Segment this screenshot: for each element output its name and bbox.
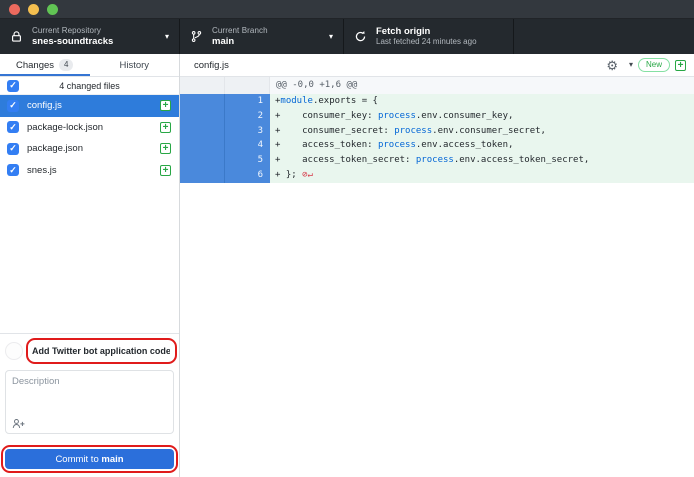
commit-description-input[interactable]: [6, 371, 173, 417]
file-row-config-js[interactable]: ✓ config.js +: [0, 95, 179, 117]
branch-name: main: [212, 36, 323, 47]
tab-changes-label: Changes: [16, 60, 54, 71]
minimize-window-button[interactable]: [28, 4, 39, 15]
fetch-title: Fetch origin: [376, 26, 503, 37]
diff-line[interactable]: 4 + access_token: process.env.access_tok…: [180, 138, 694, 153]
diff-line-gutter[interactable]: 4: [180, 138, 270, 153]
diff-line[interactable]: 6 + }; ⊘↵: [180, 168, 694, 183]
commit-summary-input[interactable]: [28, 342, 174, 360]
check-icon: ✓: [9, 166, 17, 175]
no-newline-icon: ⊘↵: [297, 170, 313, 180]
diff-line-gutter[interactable]: 3: [180, 124, 270, 139]
file-checkbox[interactable]: ✓: [7, 143, 19, 155]
diff-line-gutter[interactable]: 2: [180, 109, 270, 124]
file-row-package-json[interactable]: ✓ package.json +: [0, 138, 179, 160]
file-name: config.js: [27, 100, 152, 111]
fetch-origin-button[interactable]: Fetch origin Last fetched 24 minutes ago: [344, 19, 514, 54]
git-branch-icon: [190, 30, 203, 43]
line-number: 2: [225, 109, 270, 124]
file-checkbox[interactable]: ✓: [7, 164, 19, 176]
file-added-icon: +: [160, 143, 171, 154]
diff-line-gutter[interactable]: 1: [180, 94, 270, 109]
line-number: 5: [225, 153, 270, 168]
diff-header: config.js ⚙ ▾ New +: [180, 54, 694, 77]
commit-button-branch: main: [101, 454, 123, 465]
tab-history-label: History: [119, 60, 149, 71]
diff-line-gutter[interactable]: 6: [180, 168, 270, 183]
branch-label: Current Branch: [212, 26, 323, 36]
close-window-button[interactable]: [9, 4, 20, 15]
check-icon: ✓: [9, 123, 17, 132]
diff-options-gear-icon[interactable]: ⚙: [606, 59, 618, 72]
diff-line[interactable]: 2 + consumer_key: process.env.consumer_k…: [180, 109, 694, 124]
file-added-icon: +: [160, 100, 171, 111]
sidebar: Changes 4 History ✓ 4 changed files ✓ co…: [0, 54, 180, 477]
chevron-down-icon[interactable]: ▾: [629, 61, 633, 69]
tab-history[interactable]: History: [90, 54, 180, 76]
diff-line-code: +module.exports = {: [270, 94, 694, 109]
diff-line[interactable]: 1 +module.exports = {: [180, 94, 694, 109]
diff-line-code: + access_token_secret: process.env.acces…: [270, 153, 694, 168]
file-checkbox[interactable]: ✓: [7, 121, 19, 133]
hunk-header-row[interactable]: @@ -0,0 +1,6 @@: [180, 77, 694, 94]
commit-button-prefix: Commit to: [55, 454, 101, 465]
changed-files-count: 4 changed files: [0, 81, 179, 91]
file-row-snes-js[interactable]: ✓ snes.js +: [0, 160, 179, 182]
sidebar-tabs: Changes 4 History: [0, 54, 179, 77]
file-added-icon: +: [160, 122, 171, 133]
chevron-down-icon: ▾: [329, 33, 333, 41]
file-name: snes.js: [27, 165, 152, 176]
tab-changes[interactable]: Changes 4: [0, 54, 90, 76]
fetch-subtitle: Last fetched 24 minutes ago: [376, 37, 503, 47]
line-number: 6: [225, 168, 270, 183]
github-desktop-window: Current Repository snes-soundtracks ▾ Cu…: [0, 0, 694, 477]
check-icon: ✓: [9, 101, 17, 110]
check-icon: ✓: [9, 144, 17, 153]
changed-files-header: ✓ 4 changed files: [0, 77, 179, 95]
diff-line-code: + }; ⊘↵: [270, 168, 694, 183]
changes-count-badge: 4: [59, 59, 73, 71]
line-number: 4: [225, 138, 270, 153]
diff-pane: config.js ⚙ ▾ New + @@ -0,0 +1,6 @@ 1 +m…: [180, 54, 694, 477]
line-number: 1: [225, 94, 270, 109]
line-number: 3: [225, 124, 270, 139]
file-name: package-lock.json: [27, 122, 152, 133]
avatar: [5, 342, 23, 360]
file-list: ✓ config.js + ✓ package-lock.json + ✓ pa…: [0, 95, 179, 181]
diff-line-gutter[interactable]: 5: [180, 153, 270, 168]
new-file-badge: New: [638, 58, 670, 72]
file-row-package-lock-json[interactable]: ✓ package-lock.json +: [0, 117, 179, 139]
commit-button[interactable]: Commit to main: [5, 449, 174, 469]
commit-panel: Commit to main: [0, 333, 179, 477]
diff-expand-button[interactable]: +: [675, 60, 686, 71]
zoom-window-button[interactable]: [47, 4, 58, 15]
diff-filename: config.js: [194, 60, 606, 71]
diff-line-code: + access_token: process.env.access_token…: [270, 138, 694, 153]
repository-name: snes-soundtracks: [32, 36, 159, 47]
hunk-header-text: @@ -0,0 +1,6 @@: [270, 77, 694, 94]
current-repository-button[interactable]: Current Repository snes-soundtracks ▾: [0, 19, 180, 54]
lock-icon: [10, 30, 23, 43]
diff-line-code: + consumer_secret: process.env.consumer_…: [270, 124, 694, 139]
file-added-icon: +: [160, 165, 171, 176]
file-checkbox[interactable]: ✓: [7, 100, 19, 112]
diff-line-code: + consumer_key: process.env.consumer_key…: [270, 109, 694, 124]
file-name: package.json: [27, 143, 152, 154]
repository-label: Current Repository: [32, 26, 159, 36]
diff-line[interactable]: 3 + consumer_secret: process.env.consume…: [180, 124, 694, 139]
toolbar: Current Repository snes-soundtracks ▾ Cu…: [0, 19, 694, 54]
diff-line[interactable]: 5 + access_token_secret: process.env.acc…: [180, 153, 694, 168]
current-branch-button[interactable]: Current Branch main ▾: [180, 19, 344, 54]
sync-icon: [354, 30, 367, 43]
add-coauthor-icon[interactable]: [12, 418, 25, 429]
chevron-down-icon: ▾: [165, 33, 169, 41]
titlebar: [0, 0, 694, 19]
